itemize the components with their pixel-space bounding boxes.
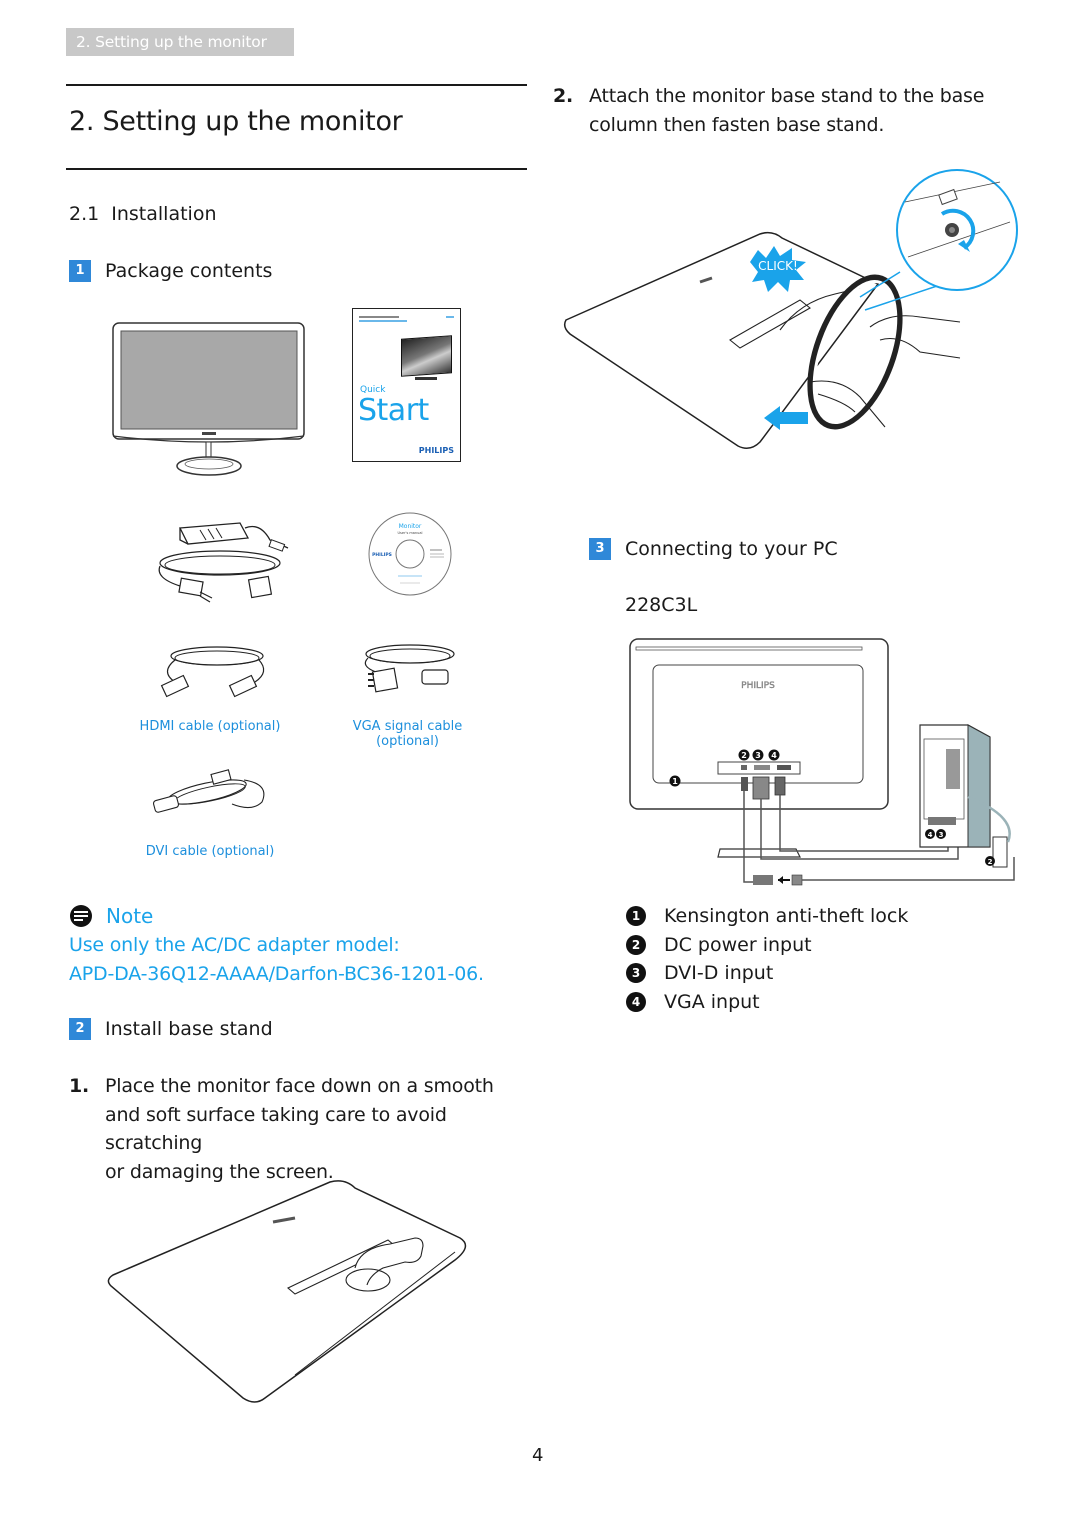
svg-text:2: 2: [988, 858, 993, 866]
instruction-line: and soft surface taking care to avoid sc…: [105, 1103, 447, 1155]
vga-cable-illustration: [364, 644, 455, 693]
cd-title: Monitor: [399, 523, 422, 530]
legend-number-badge: 2: [626, 934, 646, 955]
power-adapter-brick: [753, 875, 773, 885]
note-heading: Note: [69, 904, 153, 928]
hdmi-cable-illustration: [160, 646, 265, 698]
legend-label: Kensington anti-theft lock: [664, 905, 909, 928]
instruction-number: 1.: [69, 1075, 90, 1097]
instruction-2: 2. Attach the monitor base stand to the …: [553, 82, 1023, 139]
title-rule-top: [66, 84, 527, 86]
note-title: Note: [106, 904, 154, 928]
svg-text:2: 2: [741, 751, 747, 760]
step-badge: 1: [69, 260, 91, 282]
legend-item: 1 Kensington anti-theft lock: [626, 902, 908, 931]
step-label: Connecting to your PC: [625, 538, 838, 560]
connector-marker-3: 3: [752, 749, 764, 761]
legend-label: DC power input: [664, 933, 812, 956]
cd-illustration: Monitor User's manual PHILIPS: [368, 512, 452, 596]
click-label: CLICK!: [758, 259, 798, 273]
svg-text:4: 4: [928, 831, 933, 839]
cd-brand: PHILIPS: [372, 552, 392, 558]
monitor-rear-logo: PHILIPS: [741, 681, 775, 691]
guide-start-text: Start: [358, 393, 429, 428]
power-adapter-illustration: [158, 522, 289, 603]
outlet-marker-2: 2: [985, 856, 995, 866]
legend-number-badge: 1: [626, 906, 646, 927]
connector-marker-1: 1: [669, 775, 681, 787]
monitor-screen: [120, 330, 298, 430]
step-label: Package contents: [105, 260, 273, 282]
connector-marker-2: 2: [738, 749, 750, 761]
step-connecting-pc: 3 Connecting to your PC: [589, 538, 838, 560]
legend-item: 3 DVI-D input: [626, 959, 908, 988]
step-badge: 2: [69, 1018, 91, 1040]
legend-label: DVI-D input: [664, 962, 774, 985]
svg-text:1: 1: [672, 777, 678, 786]
instruction-line: Attach the monitor base stand to the bas…: [589, 85, 985, 107]
dvi-cable-caption: DVI cable (optional): [145, 844, 275, 859]
section-number: 2.1: [69, 203, 100, 225]
attach-stand-illustration: CLICK!: [563, 169, 1018, 449]
model-number: 228C3L: [625, 594, 698, 616]
vga-cable-caption: VGA signal cable (optional): [352, 719, 463, 749]
guide-monitor-image: [401, 335, 452, 377]
page-number: 4: [532, 1445, 544, 1466]
legend-number-badge: 3: [626, 963, 646, 984]
monitor-face-down-illustration: [107, 1180, 467, 1403]
instruction-line: column then fasten base stand.: [589, 113, 885, 136]
connection-diagram: PHILIPS 2 3 4 1 4 3 2: [629, 638, 1015, 886]
legend-item: 4 VGA input: [626, 988, 908, 1017]
note-body: Use only the AC/DC adapter model: APD-DA…: [69, 931, 484, 988]
page-title: 2. Setting up the monitor: [69, 106, 403, 137]
note-line: Use only the AC/DC adapter model:: [69, 934, 400, 956]
pc-marker-4: 4: [925, 829, 935, 839]
header-section-tab: 2. Setting up the monitor: [66, 28, 294, 56]
title-rule-bottom: [66, 168, 527, 170]
step-badge: 3: [589, 538, 611, 560]
legend-item: 2 DC power input: [626, 931, 908, 960]
section-label: Installation: [111, 203, 217, 225]
wall-outlet: [992, 836, 1008, 868]
cd-subtitle: User's manual: [398, 531, 423, 535]
connector-marker-4: 4: [768, 749, 780, 761]
monitor-logo: [202, 432, 216, 435]
note-icon: [70, 905, 92, 927]
svg-text:3: 3: [939, 831, 944, 839]
instruction-number: 2.: [553, 85, 574, 107]
legend-number-badge: 4: [626, 991, 646, 1012]
guide-brand: PHILIPS: [418, 446, 454, 455]
monitor-front-illustration: [112, 322, 305, 476]
hdmi-cable-caption: HDMI cable (optional): [139, 719, 281, 734]
svg-text:4: 4: [771, 751, 777, 760]
connector-legend: 1 Kensington anti-theft lock 2 DC power …: [626, 902, 908, 1016]
step-package-contents: 1 Package contents: [69, 260, 272, 282]
instruction-1: 1. Place the monitor face down on a smoo…: [69, 1072, 539, 1186]
instruction-line: Place the monitor face down on a smooth: [105, 1075, 494, 1097]
quick-start-guide-illustration: Quick Start PHILIPS: [352, 308, 461, 462]
legend-label: VGA input: [664, 990, 760, 1013]
svg-text:3: 3: [755, 751, 761, 760]
dvi-cable-illustration: [152, 769, 265, 813]
pc-marker-3: 3: [936, 829, 946, 839]
step-label: Install base stand: [105, 1018, 273, 1040]
step-install-base-stand: 2 Install base stand: [69, 1018, 273, 1040]
note-adapter-model: APD-DA-36Q12-AAAA/Darfon-BC36-1201-06.: [69, 962, 484, 985]
section-heading: 2.1 Installation: [69, 203, 217, 225]
